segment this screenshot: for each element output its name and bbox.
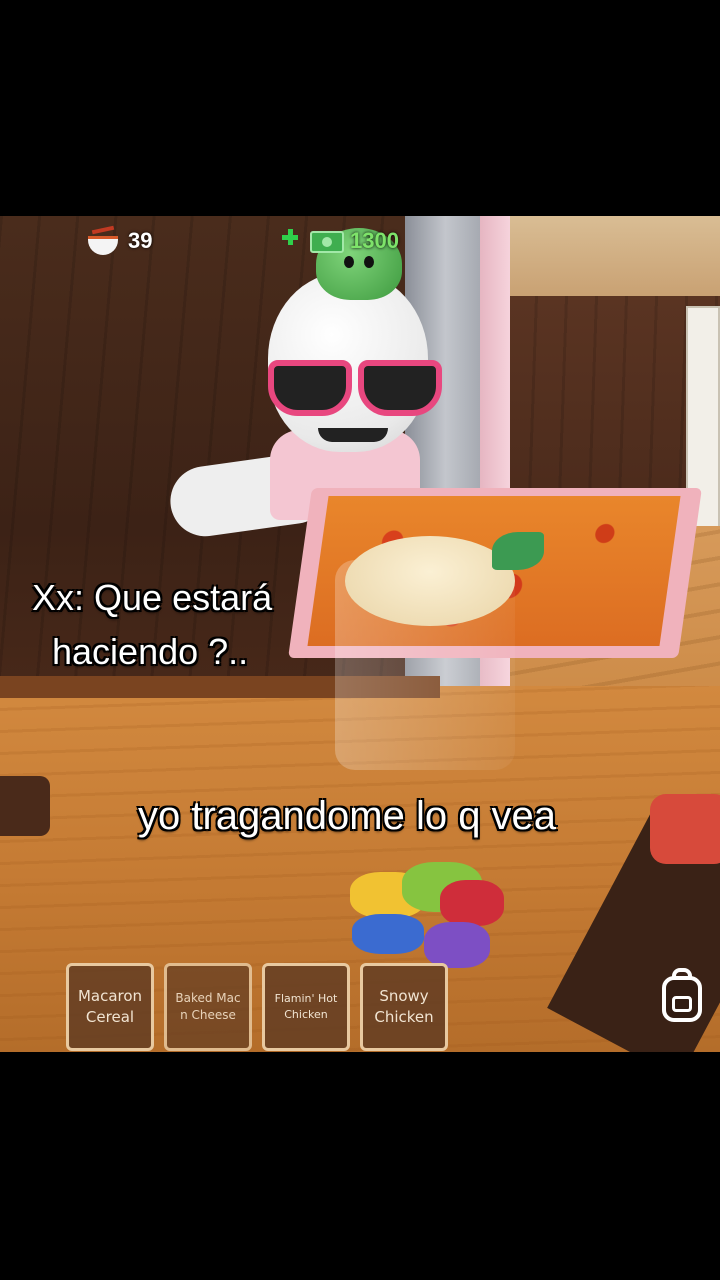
hotbar-slot-baked-mac-n-cheese[interactable]: Baked Mac n Cheese [164,963,252,1051]
plus-icon[interactable] [282,229,298,245]
slot-label: Macaron Cereal [77,987,143,1026]
hotbar-slot-snowy-chicken[interactable]: Snowy Chicken [360,963,448,1051]
macaron-purple [424,922,490,968]
macaron-blue [352,914,424,954]
hotbar-slot-flamin-hot-chicken[interactable]: Flamin' Hot Chicken [262,963,350,1051]
caption-center: yo tragandome lo q vea [138,794,557,838]
hotbar-slot-macaron-cereal[interactable]: Macaron Cereal [66,963,154,1051]
bowls-count: 39 [128,228,153,253]
caption-line-2: haciendo ?.. [52,631,249,672]
backpack-icon[interactable] [656,966,710,1026]
slot-label: Flamin' Hot Chicken [274,992,338,1021]
cash-icon [310,231,344,253]
mint-leaf [492,532,544,570]
slot-label: Baked Mac n Cheese [175,991,241,1022]
meat-dish [650,794,720,864]
bowl-icon [88,225,118,255]
sunglasses [268,354,446,416]
avatar-mouth [318,428,388,442]
cash-amount: 1300 [350,228,399,253]
ceiling [505,216,720,306]
plate [0,776,50,836]
caption-line-1: Xx: Que estará [32,577,273,618]
slot-label: Snowy Chicken [374,987,434,1026]
macaron-red [440,880,504,926]
jar-lid [345,536,515,626]
